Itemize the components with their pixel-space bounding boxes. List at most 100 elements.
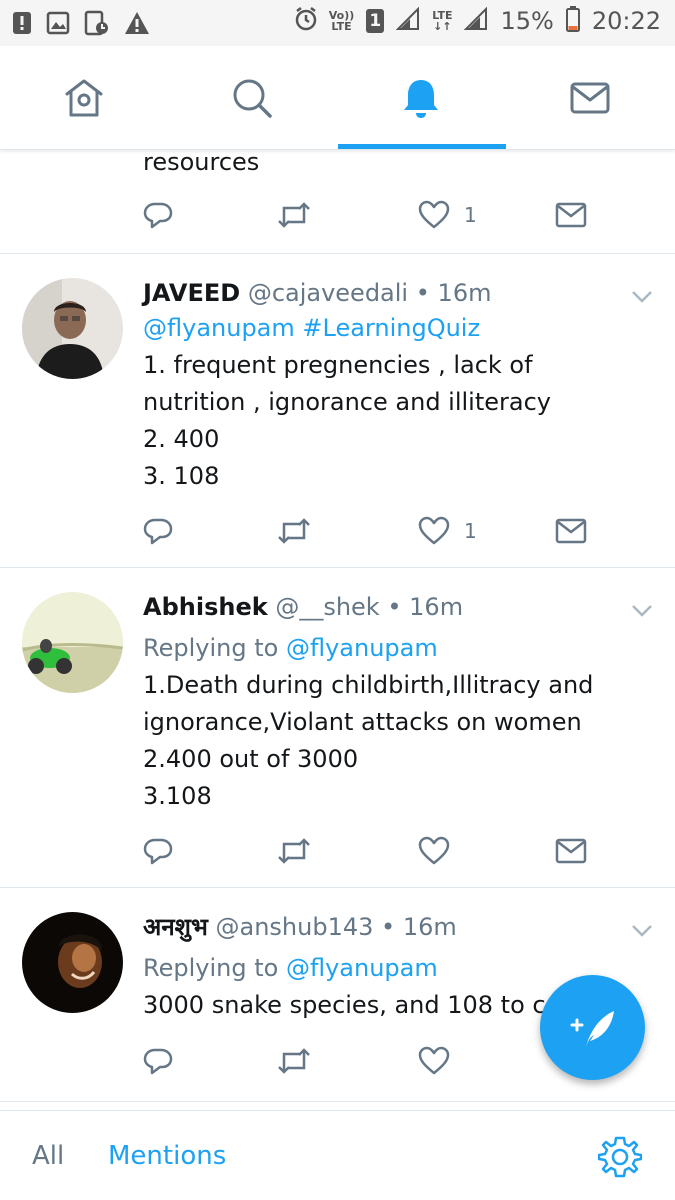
tweet-body-line: 3.108: [143, 782, 212, 810]
reply-button[interactable]: [143, 198, 173, 232]
lte-bottom-label: ↓↑: [433, 20, 452, 33]
tab-messages[interactable]: [506, 46, 674, 150]
signal-icon: [395, 6, 420, 35]
replying-to-handle[interactable]: @flyanupam: [286, 954, 438, 982]
separator: •: [387, 593, 402, 621]
tweet-partial[interactable]: resources 1: [0, 150, 675, 254]
avatar[interactable]: [22, 278, 123, 379]
chevron-down-icon[interactable]: [631, 924, 653, 938]
battery-icon: [565, 6, 580, 36]
chevron-down-icon[interactable]: [631, 604, 653, 618]
timestamp: 16m: [402, 913, 457, 941]
tweet-body-line: 1.Death during childbirth,Illitracy and: [143, 671, 594, 699]
compose-quill-icon: [570, 1010, 614, 1047]
reply-button[interactable]: [143, 514, 173, 548]
tab-search[interactable]: [168, 46, 336, 150]
retweet-icon: [278, 202, 310, 228]
replying-to-handle[interactable]: @flyanupam: [286, 634, 438, 662]
volte-indicator: Vo)) LTE: [329, 10, 355, 32]
notifications-feed[interactable]: resources 1 JAVEED @cajaveedali • 16m @f…: [0, 150, 675, 1110]
timestamp: 16m: [409, 593, 464, 621]
user-handle[interactable]: @cajaveedali: [248, 279, 408, 307]
tweet-header: अनशुभ @anshub143 • 16m: [143, 912, 645, 942]
retweet-icon: [278, 838, 310, 864]
status-bar-system: Vo)) LTE 1 LTE ↓↑ 15% 20:22: [295, 6, 661, 36]
storage-icon: [84, 10, 110, 36]
image-icon: [46, 11, 70, 35]
like-button[interactable]: 1: [418, 198, 477, 232]
retweet-icon: [278, 518, 310, 544]
tweet-header: JAVEED @cajaveedali • 16m: [143, 278, 645, 308]
user-handle[interactable]: @__shek: [275, 593, 379, 621]
avatar[interactable]: [22, 912, 123, 1013]
user-name[interactable]: अनशुभ: [143, 913, 208, 941]
battery-percent: 15%: [500, 7, 554, 35]
warning-icon: [124, 11, 150, 35]
reply-button[interactable]: [143, 1044, 173, 1078]
tweet-body-line: ignorance,Violant attacks on women: [143, 708, 582, 736]
tweet-body-line: 3. 108: [143, 462, 220, 490]
avatar[interactable]: [22, 592, 123, 693]
alert-icon: [12, 11, 32, 35]
volte-bottom-label: LTE: [331, 20, 352, 33]
tab-mentions[interactable]: Mentions: [108, 1141, 226, 1171]
alarm-icon: [295, 7, 317, 35]
replying-to-label: Replying to: [143, 954, 279, 982]
retweet-icon: [278, 1048, 310, 1074]
lte-indicator: LTE ↓↑: [432, 10, 452, 32]
like-button[interactable]: [418, 1044, 464, 1078]
gear-icon[interactable]: [598, 1135, 642, 1179]
tweet-mentions[interactable]: @flyanupam #LearningQuiz: [143, 310, 645, 347]
share-via-dm-button[interactable]: [555, 834, 587, 868]
tweet[interactable]: JAVEED @cajaveedali • 16m @flyanupam #Le…: [0, 254, 675, 568]
retweet-button[interactable]: [276, 1044, 312, 1078]
user-name[interactable]: Abhishek: [143, 593, 268, 621]
tweet-actions: 1: [143, 198, 603, 232]
tweet-body-line: 1. frequent pregnencies , lack of: [143, 351, 533, 379]
user-name[interactable]: JAVEED: [143, 279, 240, 307]
like-count: 1: [464, 519, 477, 543]
tweet-actions: [143, 834, 603, 868]
heart-icon: [418, 836, 450, 865]
user-handle[interactable]: @anshub143: [216, 913, 374, 941]
mail-icon: [555, 518, 587, 544]
replying-to-label: Replying to: [143, 634, 279, 662]
tweet-body-line: resources: [143, 150, 260, 176]
retweet-button[interactable]: [276, 514, 312, 548]
tweet[interactable]: Abhishek @__shek • 16m Replying to @flya…: [0, 568, 675, 888]
tweet-header: Abhishek @__shek • 16m: [143, 592, 645, 622]
separator: •: [381, 913, 396, 941]
active-tab-indicator: [338, 144, 506, 149]
replying-to-line: Replying to @flyanupam: [143, 630, 645, 667]
reply-icon: [143, 1048, 173, 1075]
tab-all[interactable]: All: [32, 1141, 64, 1171]
retweet-button[interactable]: [276, 834, 312, 868]
tab-notifications[interactable]: [337, 46, 505, 150]
sim-indicator: 1: [366, 9, 385, 33]
top-navigation: [0, 46, 675, 150]
timestamp: 16m: [437, 279, 492, 307]
tweet-body-line: 2. 400: [143, 425, 220, 453]
notifications-icon: [404, 80, 438, 118]
chevron-down-icon[interactable]: [631, 290, 653, 304]
like-button[interactable]: 1: [418, 514, 477, 548]
reply-button[interactable]: [143, 834, 173, 868]
search-icon: [233, 79, 272, 118]
signal-icon: [464, 6, 488, 35]
like-button[interactable]: [418, 834, 464, 868]
clock: 20:22: [591, 7, 661, 35]
heart-icon: [418, 1046, 450, 1075]
compose-tweet-button[interactable]: [540, 975, 645, 1080]
tweet-body-line: 2.400 out of 3000: [143, 745, 359, 773]
tab-home[interactable]: [0, 46, 168, 150]
reply-icon: [143, 518, 173, 545]
reply-icon: [143, 202, 173, 229]
retweet-button[interactable]: [276, 198, 312, 232]
status-bar: Vo)) LTE 1 LTE ↓↑ 15% 20:22: [0, 0, 675, 46]
tweet-actions: [143, 1044, 603, 1078]
tweet-body-line: nutrition , ignorance and illiteracy: [143, 388, 551, 416]
share-via-dm-button[interactable]: [555, 198, 587, 232]
share-via-dm-button[interactable]: [555, 514, 587, 548]
home-icon: [65, 79, 103, 117]
like-count: 1: [464, 203, 477, 227]
